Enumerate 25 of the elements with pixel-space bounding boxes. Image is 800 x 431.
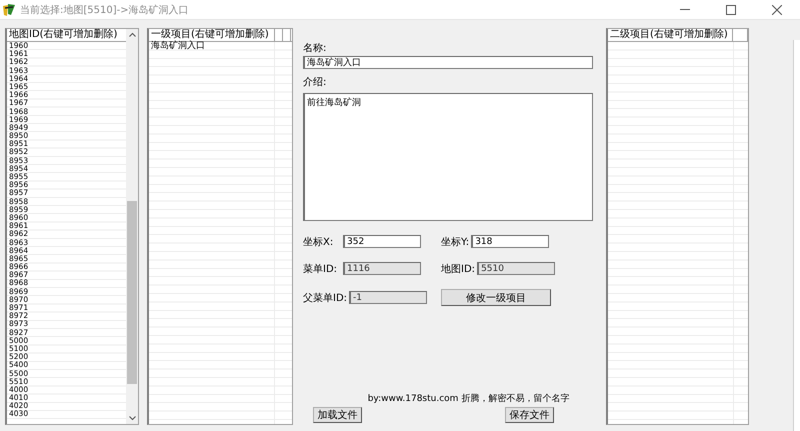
credit-text: by:www.178stu.com 折腾，解密不易，留个名字 [366,392,570,405]
load-file-button[interactable]: 加载文件 [313,407,362,423]
scrollbar-thumb[interactable] [127,201,137,384]
text-field[interactable]: 352 [343,235,421,248]
minimize-icon [680,9,690,10]
text-field[interactable]: 318 [471,235,550,248]
name-field[interactable]: 海岛矿洞入口 [303,56,593,69]
description-field[interactable]: 前往海岛矿洞 [303,93,593,221]
field-label: 坐标X: [303,236,334,248]
close-icon [772,4,782,14]
app-logo-icon [2,2,16,16]
field-label: 名称: [303,42,328,55]
modify-button[interactable]: 修改一级项目 [441,289,552,306]
maximize-icon [726,4,736,14]
scrollbar[interactable] [126,29,138,424]
scroll-down-icon[interactable] [129,416,136,421]
field-label: 父菜单ID: [303,292,348,304]
scroll-up-icon[interactable] [129,32,136,37]
field-label: 菜单ID: [303,262,338,276]
field-label: 介绍: [303,76,328,89]
save-file-button[interactable]: 保存文件 [505,407,554,423]
list-item[interactable]: 海岛矿洞入口 [149,42,275,50]
field-label: 坐标Y: [441,236,470,248]
field-label: 地图ID: [441,262,476,276]
window-title: 当前选择:地图[5510]->海岛矿洞入口 [20,4,190,16]
